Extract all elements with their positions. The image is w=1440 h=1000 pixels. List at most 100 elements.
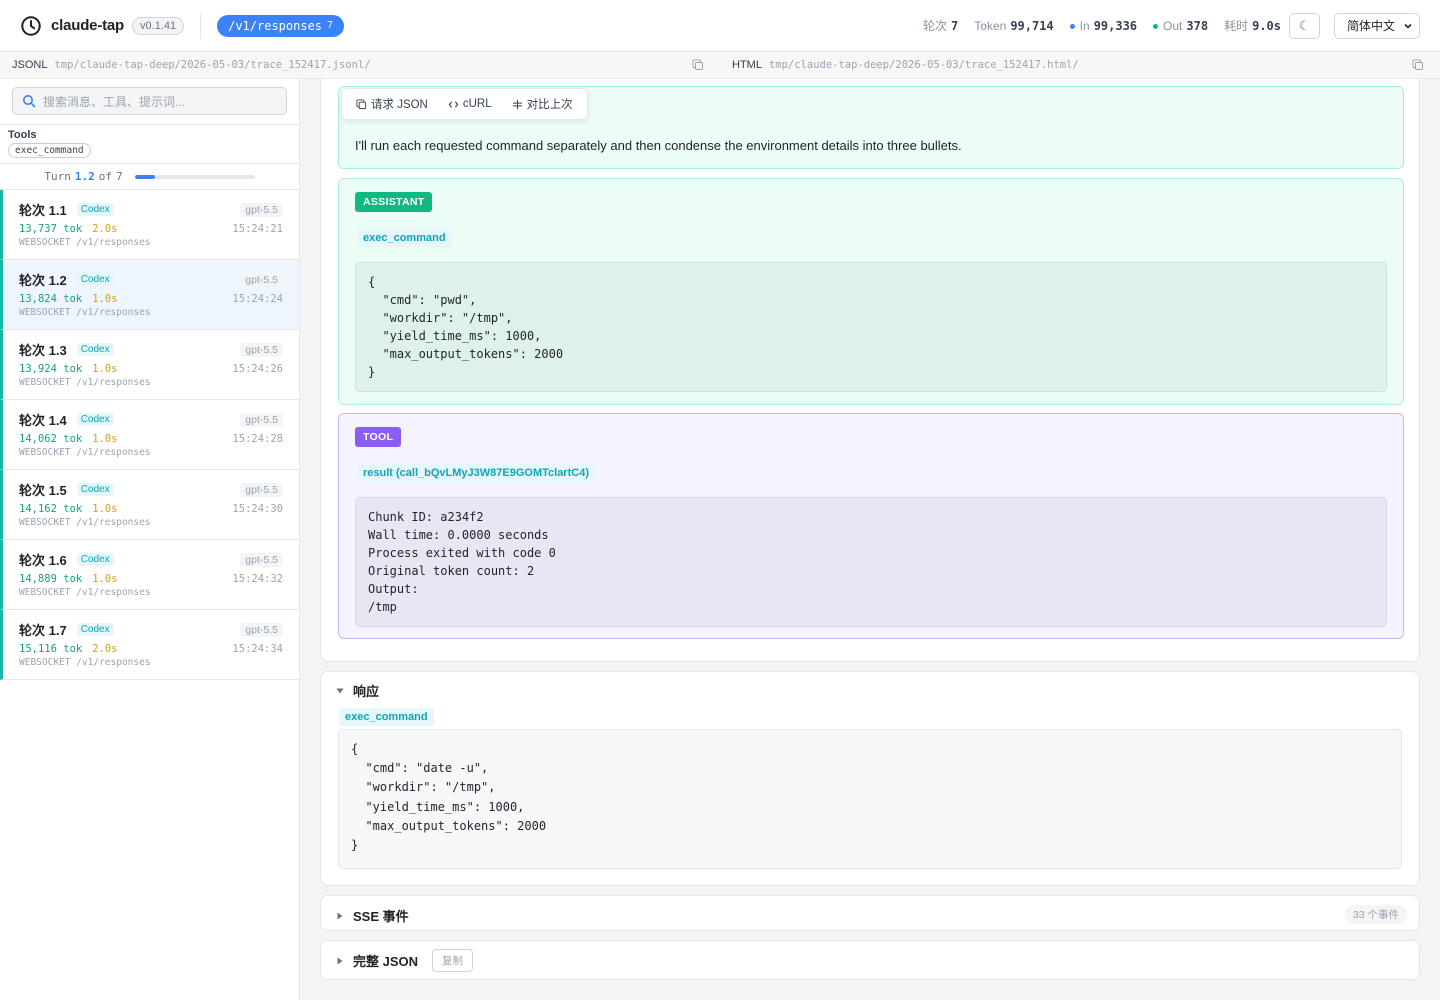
turn-transport: WEBSOCKET /v1/responses xyxy=(19,517,151,528)
turn-name: 轮次 1.5 xyxy=(19,483,67,498)
sse-events-card[interactable]: SSE 事件 33 个事件 xyxy=(320,895,1420,931)
request-messages-card: 请求 JSON cURL 对比上次 I'll run each requeste… xyxy=(320,79,1420,662)
turn-duration: 2.0s xyxy=(92,223,118,235)
chevron-down-icon xyxy=(1404,23,1412,29)
language-value: 简体中文 xyxy=(1347,19,1396,33)
turn-transport: WEBSOCKET /v1/responses xyxy=(19,307,151,318)
turn-item[interactable]: 轮次 1.2 Codex gpt-5.5 13,824 tok 1.0s 15:24:24… xyxy=(0,260,299,330)
turn-navigator: Turn 1.2 of 7 xyxy=(0,163,299,190)
turn-model-badge: gpt-5.5 xyxy=(240,272,283,287)
logo[interactable]: claude-tap xyxy=(20,15,124,37)
response-code-block: { "cmd": "date -u", "workdir": "/tmp", "… xyxy=(338,729,1402,869)
turn-codex-tag: Codex xyxy=(76,343,114,356)
tool-message: TOOL result (call_bQvLMyJ3W87E9GOMTclart… xyxy=(338,413,1404,639)
response-title: 响应 xyxy=(353,684,380,699)
turn-tokens: 14,062 tok xyxy=(19,433,83,445)
copy-curl-button[interactable]: cURL xyxy=(440,95,500,113)
version-badge: v0.1.41 xyxy=(132,16,185,35)
turn-model-badge: gpt-5.5 xyxy=(240,342,283,357)
turn-item[interactable]: 轮次 1.5 Codex gpt-5.5 14,162 tok 1.0s 15:24:30… xyxy=(0,470,299,540)
response-header[interactable]: 响应 xyxy=(335,681,379,700)
turn-name: 轮次 1.3 xyxy=(19,343,67,358)
turn-duration: 1.0s xyxy=(92,573,118,585)
turn-time: 15:24:26 xyxy=(232,363,283,375)
turn-time: 15:24:28 xyxy=(232,433,283,445)
header-divider xyxy=(200,12,202,39)
turn-item[interactable]: 轮次 1.4 Codex gpt-5.5 14,062 tok 1.0s 15:24:28… xyxy=(0,400,299,470)
sse-title: SSE 事件 xyxy=(353,909,409,924)
turn-time: 15:24:32 xyxy=(232,573,283,585)
endpoint-filter-pill[interactable]: /v1/responses 7 xyxy=(217,14,345,37)
turn-transport: WEBSOCKET /v1/responses xyxy=(19,377,151,388)
turn-name: 轮次 1.4 xyxy=(19,413,67,428)
turn-time: 15:24:34 xyxy=(232,643,283,655)
turn-codex-tag: Codex xyxy=(76,553,114,566)
app-name: claude-tap xyxy=(51,17,125,34)
jsonl-path[interactable]: tmp/claude-tap-deep/2026-05-03/trace_152… xyxy=(54,59,370,71)
full-json-card[interactable]: 完整 JSON 复制 xyxy=(320,940,1420,980)
html-path[interactable]: tmp/claude-tap-deep/2026-05-03/trace_152… xyxy=(769,59,1079,71)
turn-time: 15:24:24 xyxy=(232,293,283,305)
code-brackets-icon xyxy=(448,100,459,108)
copy-request-json-button[interactable]: 请求 JSON xyxy=(348,93,436,115)
turn-transport: WEBSOCKET /v1/responses xyxy=(19,587,151,598)
theme-toggle-button[interactable]: ☾ xyxy=(1289,12,1320,39)
turn-codex-tag: Codex xyxy=(76,273,114,286)
search-icon xyxy=(23,95,36,108)
triangle-right-icon xyxy=(337,957,343,964)
top-bar: claude-tap v0.1.41 /v1/responses 7 轮次 7 T… xyxy=(0,0,1440,52)
triangle-right-icon xyxy=(337,912,343,919)
turn-time: 15:24:30 xyxy=(232,503,283,515)
full-json-header[interactable]: 完整 JSON 复制 xyxy=(335,949,474,972)
main-panel: 请求 JSON cURL 对比上次 I'll run each requeste… xyxy=(300,79,1440,1000)
turn-codex-tag: Codex xyxy=(76,623,114,636)
user-message-text: I'll run each requested command separate… xyxy=(355,138,962,153)
turn-tokens: 13,824 tok xyxy=(19,293,83,305)
turn-duration: 1.0s xyxy=(92,503,118,515)
assistant-function-chip: exec_command xyxy=(357,229,452,247)
response-card: 响应 exec_command { "cmd": "date -u", "wor… xyxy=(320,671,1420,886)
clock-logo-icon xyxy=(21,15,41,36)
copy-html-path-icon[interactable] xyxy=(1412,59,1424,71)
moon-icon: ☾ xyxy=(1298,17,1311,33)
turn-codex-tag: Codex xyxy=(76,483,114,496)
search-input[interactable]: 搜索消息、工具、提示词... xyxy=(12,87,287,115)
turn-item[interactable]: 轮次 1.7 Codex gpt-5.5 15,116 tok 2.0s 15:24:34… xyxy=(0,610,299,680)
turn-list: 轮次 1.1 Codex gpt-5.5 13,737 tok 2.0s 15:24:21… xyxy=(0,190,299,680)
compare-previous-button[interactable]: 对比上次 xyxy=(504,93,581,115)
language-select[interactable]: 简体中文 xyxy=(1334,12,1420,39)
sse-header[interactable]: SSE 事件 xyxy=(335,906,409,925)
turn-model-badge: gpt-5.5 xyxy=(240,552,283,567)
turn-model-badge: gpt-5.5 xyxy=(240,412,283,427)
stat-tokens: Token 99,714 xyxy=(974,18,1054,33)
current-turn: 1.2 xyxy=(74,170,95,183)
turn-model-badge: gpt-5.5 xyxy=(240,622,283,637)
copy-full-json-button[interactable]: 复制 xyxy=(432,949,474,972)
endpoint-label: /v1/responses xyxy=(228,18,323,33)
turn-item[interactable]: 轮次 1.3 Codex gpt-5.5 13,924 tok 1.0s 15:24:26… xyxy=(0,330,299,400)
turn-tokens: 13,737 tok xyxy=(19,223,83,235)
total-turns: 7 xyxy=(116,170,123,183)
turn-item[interactable]: 轮次 1.1 Codex gpt-5.5 13,737 tok 2.0s 15:24:21… xyxy=(0,190,299,260)
in-dot-icon xyxy=(1069,23,1075,29)
tool-chip-exec-command[interactable]: exec_command xyxy=(8,143,91,158)
turn-tokens: 14,162 tok xyxy=(19,503,83,515)
html-label: HTML xyxy=(732,59,762,71)
full-json-title: 完整 JSON xyxy=(353,954,419,969)
sse-count-badge: 33 个事件 xyxy=(1344,905,1407,924)
search-placeholder: 搜索消息、工具、提示词... xyxy=(43,94,186,109)
header-stats: 轮次 7 Token 99,714 In 99,336 Out 378 耗时 9.0s xyxy=(923,17,1281,34)
turn-duration: 2.0s xyxy=(92,643,118,655)
turn-progress-bar[interactable] xyxy=(134,174,255,179)
turn-transport: WEBSOCKET /v1/responses xyxy=(19,657,151,668)
turn-tokens: 15,116 tok xyxy=(19,643,83,655)
turn-item[interactable]: 轮次 1.6 Codex gpt-5.5 14,889 tok 1.0s 15:24:32… xyxy=(0,540,299,610)
path-bar: JSONL tmp/claude-tap-deep/2026-05-03/tra… xyxy=(0,52,1440,79)
turn-transport: WEBSOCKET /v1/responses xyxy=(19,447,151,458)
turn-time: 15:24:21 xyxy=(232,223,283,235)
copy-jsonl-path-icon[interactable] xyxy=(692,59,704,71)
turn-name: 轮次 1.1 xyxy=(19,203,67,218)
assistant-role-badge: ASSISTANT xyxy=(355,192,433,212)
triangle-down-icon xyxy=(336,688,344,693)
tools-section: Tools exec_command xyxy=(0,124,299,163)
